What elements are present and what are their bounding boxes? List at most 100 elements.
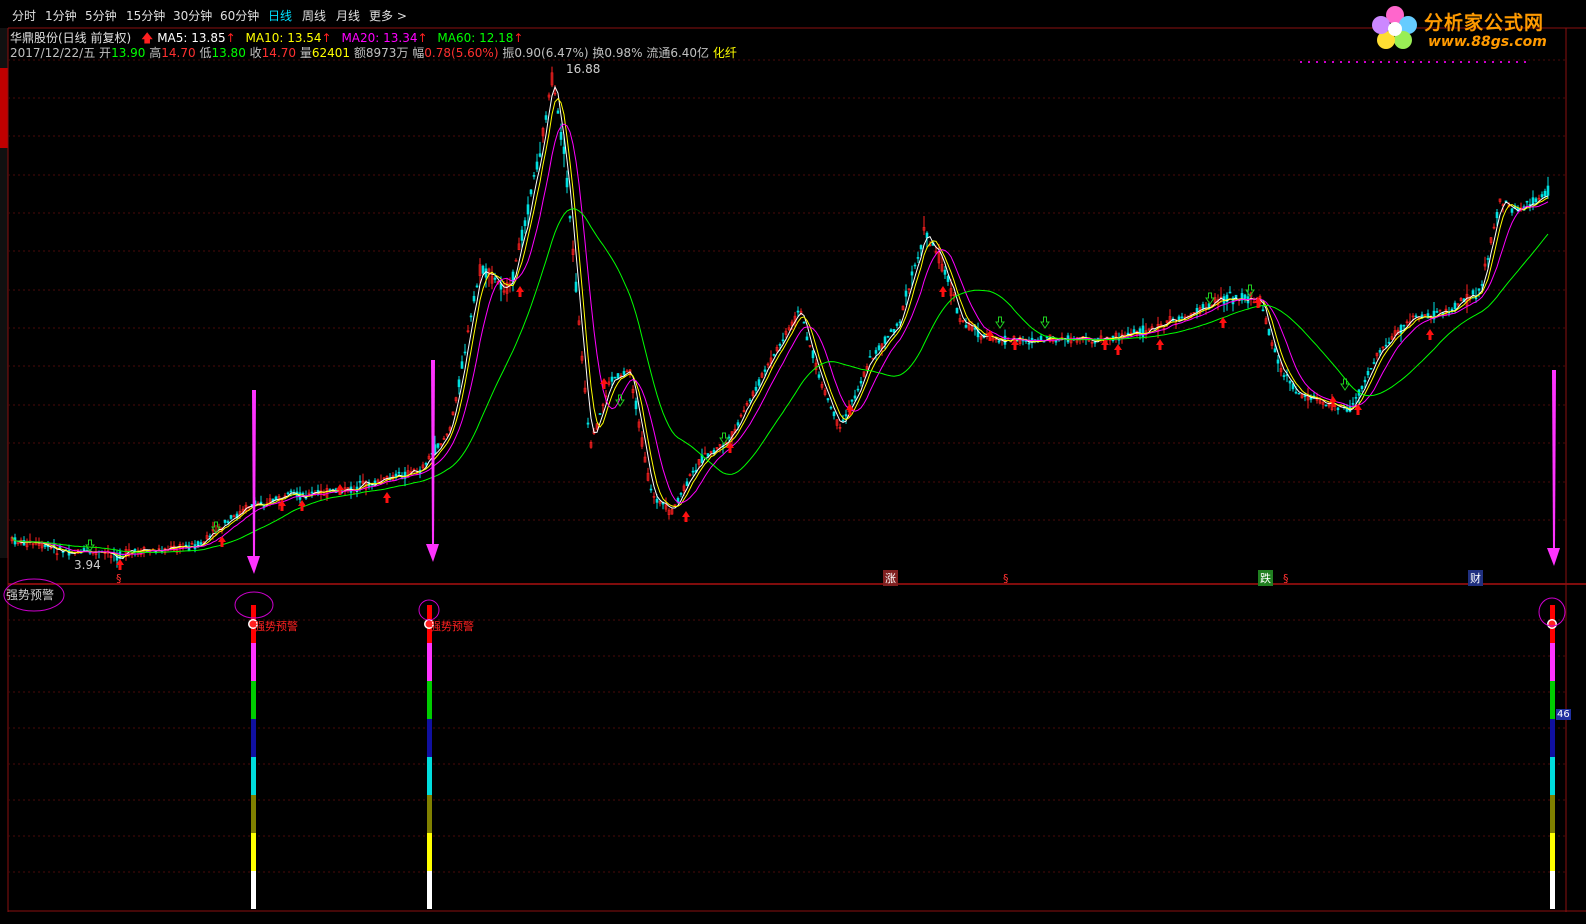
event-marker[interactable]: § [1003,572,1009,585]
candle-body [997,340,1001,343]
signal-label: 强势预警 [430,620,474,633]
candle-body [1267,328,1271,336]
candle-body [853,395,857,399]
candle-body [1303,395,1307,397]
candle-body [460,361,464,369]
high-value: 14.70 [161,46,196,60]
indicator-bar-segment [251,719,256,757]
open-label: 开 [99,46,112,60]
candle-body [1372,362,1376,364]
candle-body [493,277,497,280]
candle-body [1471,290,1475,295]
candle-body [1180,316,1184,319]
event-marker[interactable]: § [116,572,122,585]
sell-arrow-icon [1040,316,1050,329]
event-marker-finance[interactable]: 财 [1468,570,1483,586]
candle-body [1177,316,1181,321]
candle-body [772,354,776,356]
candle-body [1531,197,1535,205]
event-marker[interactable]: § [1283,572,1289,585]
up-arrow-icon: ↑ [417,31,428,45]
candle-body [469,315,473,318]
candle-body [610,376,614,382]
ma5-line [11,85,1549,560]
indicator-bar-segment [251,757,256,795]
kline-chart[interactable] [0,0,1586,924]
candle-body [826,398,830,401]
candle-body [649,488,653,491]
pointer-arrow-head-icon [247,556,260,574]
candle-body [817,374,821,378]
candle-body [736,422,740,426]
candle-body [1354,397,1358,399]
candle-body [841,419,845,422]
candle-body [1540,194,1544,198]
candle-body [802,321,806,324]
indicator-bar-segment [251,871,256,909]
indicator-bar-segment [251,643,256,681]
candle-body [898,321,902,324]
sell-arrow-icon [1340,378,1350,391]
pointer-arrow-head-icon [426,544,439,562]
candle-body [514,259,518,262]
candle-body [559,132,563,140]
close-label: 收 [249,46,262,60]
candle-body [1054,340,1058,343]
candle-body [529,189,533,195]
candle-body [397,471,401,474]
candle-body [757,379,761,386]
watermark-text: 分析家公式网 [1424,12,1545,34]
candle-body [1414,315,1418,318]
candle-body [1093,341,1097,344]
candle-body [1534,198,1538,203]
indicator-bar-segment [1550,719,1555,757]
candle-body [919,245,923,250]
high-label: 高 [149,46,162,60]
sell-arrow-icon [1205,292,1215,305]
candle-body [778,343,782,346]
candle-body [457,379,461,388]
candle-body [1201,304,1205,309]
candle-body [226,521,230,523]
quote-info-line: 2017/12/22/五 开13.90 高14.70 低13.80 收14.70… [10,44,737,61]
change-label: 幅 [412,46,425,60]
candle-body [1351,403,1355,405]
candle-body [910,271,914,276]
candle-body [1234,294,1238,298]
ma60-label: MA60: 12.18 [437,31,514,45]
stock-title: 华鼎股份(日线 前复权) [10,31,132,45]
candle-body [523,220,527,227]
candle-body [1384,344,1388,347]
candle-body [850,399,854,402]
indicator-bar-segment [427,757,432,795]
buy-arrow-icon [1114,344,1122,355]
candle-body [1360,385,1364,389]
candle-body [1195,307,1199,312]
candle-body [1297,392,1301,395]
candle-body [526,204,530,215]
candle-body [832,411,836,417]
event-marker-fall[interactable]: 跌 [1258,570,1273,586]
candle-body [1273,348,1277,353]
up-arrow-icon: ↑ [321,31,332,45]
candle-body [1288,380,1292,384]
industry-value: 化纤 [712,46,737,60]
candle-body [520,229,524,241]
candle-body [535,161,539,170]
candle-body [685,481,689,486]
candle-body [481,265,485,274]
candle-body [844,414,848,417]
candle-body [829,406,833,409]
candle-body [316,489,320,492]
indicator-bar-segment [427,681,432,719]
amount-value: 8973万 [365,46,409,60]
candle-body [1243,294,1247,299]
candle-body [544,115,548,120]
event-marker-rise[interactable]: 涨 [883,570,898,586]
candle-body [1486,258,1490,260]
candle-body [223,520,227,523]
candle-body [1546,185,1550,196]
indicator-name[interactable]: 强势预警 [6,586,54,603]
candle-body [1336,407,1340,411]
candle-body [634,400,638,410]
